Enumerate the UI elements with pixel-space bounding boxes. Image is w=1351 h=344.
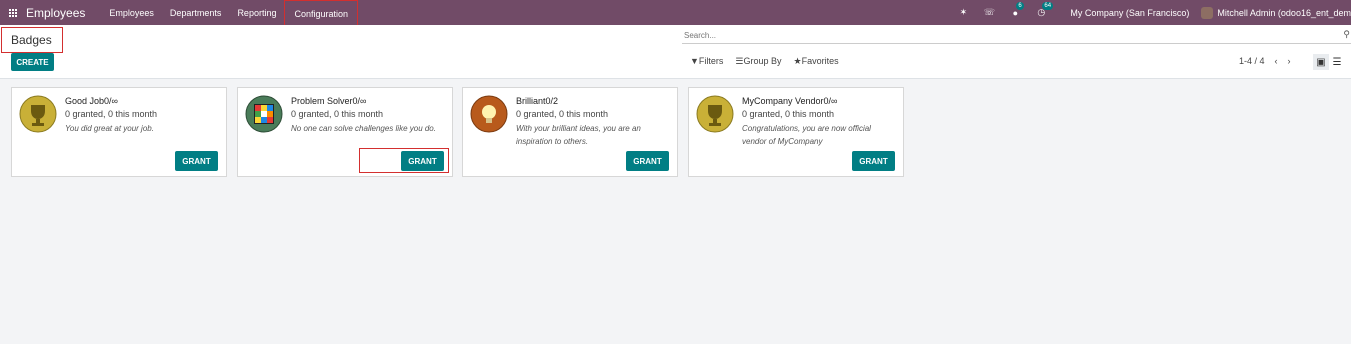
menu-reporting[interactable]: Reporting (229, 0, 284, 25)
clock-icon[interactable]: ◷ 64 (1034, 1, 1054, 20)
apps-menu-icon[interactable] (0, 0, 26, 25)
badge-card[interactable]: Brilliant0/2 0 granted, 0 this month Wit… (462, 87, 678, 177)
pager-previous-icon[interactable]: ‹ (1275, 56, 1278, 66)
search-options: ▼Filters ☰Group By ★Favorites (690, 56, 851, 67)
grant-button[interactable]: GRANT (401, 151, 444, 171)
filter-icon: ▼ (690, 56, 699, 66)
avatar[interactable] (1201, 6, 1214, 19)
badge-name: MyCompany Vendor0/∞ (742, 96, 838, 106)
chat-icon[interactable]: ● 6 (1008, 1, 1024, 20)
grant-button[interactable]: GRANT (626, 151, 669, 171)
list-view-icon[interactable]: ☰ (1329, 54, 1345, 70)
group-by-button[interactable]: ☰Group By (735, 56, 781, 67)
pager-next-icon[interactable]: › (1288, 56, 1291, 66)
main-menu: Employees Departments Reporting Configur… (101, 0, 359, 27)
badge-granted: 0 granted, 0 this month (291, 109, 384, 119)
bug-icon[interactable]: ✶ (956, 6, 970, 20)
search-input[interactable] (682, 28, 1351, 43)
lightbulb-icon (470, 95, 508, 133)
app-name[interactable]: Employees (26, 6, 85, 20)
badge-card[interactable]: MyCompany Vendor0/∞ 0 granted, 0 this mo… (688, 87, 904, 177)
grant-button[interactable]: GRANT (175, 151, 218, 171)
trophy-icon (696, 95, 734, 133)
badge-description: You did great at your job. (65, 124, 154, 133)
pager: 1-4 / 4 ‹ › (1239, 56, 1301, 66)
badge-card[interactable]: Good Job0/∞ 0 granted, 0 this month You … (11, 87, 227, 177)
create-button[interactable]: CREATE (11, 53, 54, 71)
layers-icon: ☰ (735, 56, 744, 66)
breadcrumb: Badges (1, 27, 63, 53)
menu-employees[interactable]: Employees (101, 0, 162, 25)
user-menu[interactable]: Mitchell Admin (odoo16_ent_dem (1217, 8, 1351, 18)
kanban-view-icon[interactable]: ▣ (1313, 54, 1329, 70)
company-switcher[interactable]: My Company (San Francisco) (1070, 8, 1189, 18)
search-icon[interactable]: ⚲ (1343, 29, 1350, 40)
badge-name: Problem Solver0/∞ (291, 96, 367, 106)
badge-granted: 0 granted, 0 this month (742, 109, 835, 119)
phone-icon[interactable]: ☏ (982, 6, 996, 20)
badge-name: Good Job0/∞ (65, 96, 118, 106)
badge-granted: 0 granted, 0 this month (516, 109, 609, 119)
search-bar: ⚲ (682, 28, 1351, 44)
favorites-button[interactable]: ★Favorites (794, 56, 839, 67)
activity-count-badge: 64 (1042, 1, 1054, 10)
top-navbar: Employees Employees Departments Reportin… (0, 0, 1351, 27)
star-icon: ★ (793, 56, 802, 66)
filters-button[interactable]: ▼Filters (690, 56, 723, 67)
badge-granted: 0 granted, 0 this month (65, 109, 158, 119)
chat-count-badge: 6 (1016, 1, 1024, 10)
badge-description: No one can solve challenges like you do. (291, 124, 436, 133)
view-switcher: ▣ ☰ (1313, 54, 1345, 70)
badge-card[interactable]: Problem Solver0/∞ 0 granted, 0 this mont… (237, 87, 453, 177)
badge-description: Congratulations, you are now official ve… (742, 124, 871, 146)
menu-departments[interactable]: Departments (162, 0, 230, 25)
grant-button[interactable]: GRANT (852, 151, 895, 171)
pager-value[interactable]: 1-4 / 4 (1239, 56, 1265, 66)
systray: ✶ ☏ ● 6 ◷ 64 My Company (San Francisco) Mi… (944, 0, 1351, 25)
control-panel: Badges CREATE ⚲ ▼Filters ☰Group By ★Favo… (0, 25, 1351, 79)
rubiks-cube-icon (245, 95, 283, 133)
trophy-icon (19, 95, 57, 133)
badge-description: With your brilliant ideas, you are an in… (516, 124, 641, 146)
badge-name: Brilliant0/2 (516, 96, 559, 106)
menu-configuration[interactable]: Configuration (284, 0, 359, 27)
